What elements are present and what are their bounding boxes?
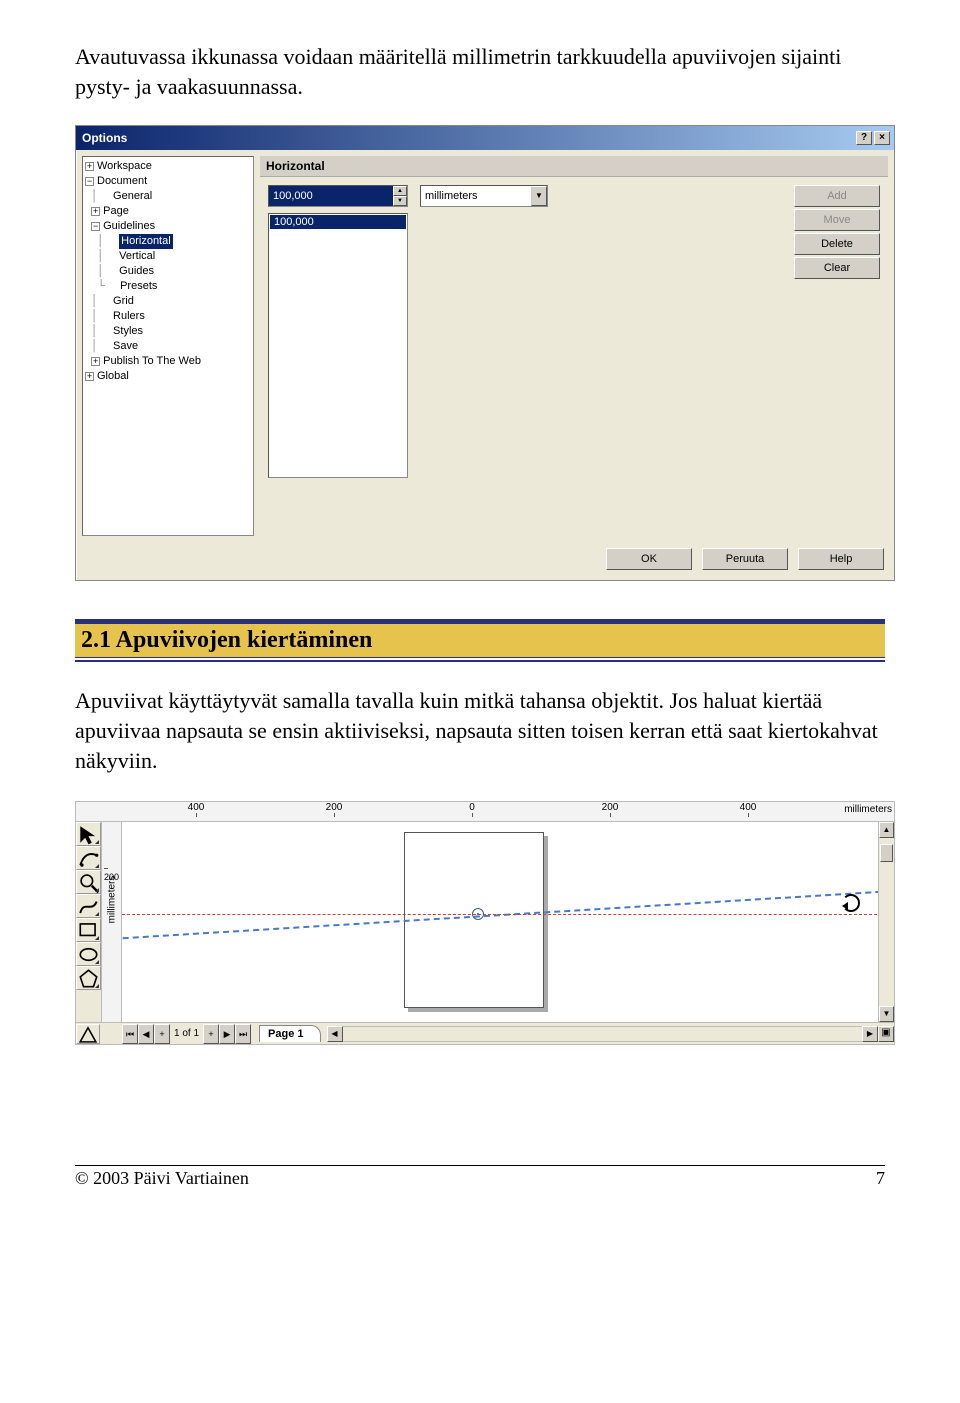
tree-item-save[interactable]: │ Save <box>85 339 251 354</box>
page-tabstrip: ⏮ ◀ + 1 of 1 + ▶ ⏭ Page 1 ◀ ▶ ▣ <box>76 1022 894 1044</box>
guideline-value-input[interactable]: 100,000 ▲ ▼ <box>268 185 408 207</box>
prev-page-icon[interactable]: ◀ <box>138 1024 154 1044</box>
tree-item-workspace[interactable]: +Workspace <box>85 159 251 174</box>
ellipse-tool-icon[interactable] <box>76 942 101 966</box>
close-icon[interactable]: × <box>874 131 890 145</box>
scroll-right-icon[interactable]: ▶ <box>862 1026 878 1042</box>
navigator-icon[interactable]: ▣ <box>878 1026 894 1042</box>
tree-item-global[interactable]: +Global <box>85 369 251 384</box>
canvas-screenshot: 400 200 0 200 400 millimeters 200 millim… <box>75 801 895 1045</box>
tree-item-horizontal[interactable]: │ Horizontal <box>85 234 251 249</box>
section-heading-text: 2.1 Apuviivojen kiertäminen <box>75 623 885 658</box>
tree-item-rulers[interactable]: │ Rulers <box>85 309 251 324</box>
list-item[interactable]: 100,000 <box>270 215 406 229</box>
zoom-tool-icon[interactable] <box>76 870 101 894</box>
vertical-scrollbar[interactable]: ▲ ▼ <box>878 822 894 1022</box>
page-counter: 1 of 1 <box>170 1028 203 1039</box>
dialog-button-row: OK Peruuta Help <box>76 542 894 580</box>
footer-copyright: © 2003 Päivi Vartiainen <box>75 1168 249 1189</box>
tree-item-vertical[interactable]: │ Vertical <box>85 249 251 264</box>
body-paragraph: Apuviivat käyttäytyvät samalla tavalla k… <box>75 686 885 775</box>
footer-page-number: 7 <box>876 1168 885 1189</box>
tree-item-publish[interactable]: +Publish To The Web <box>85 354 251 369</box>
scroll-up-icon[interactable]: ▲ <box>879 822 894 838</box>
spinner-up-icon[interactable]: ▲ <box>393 186 407 196</box>
move-button[interactable]: Move <box>794 209 880 231</box>
first-page-icon[interactable]: ⏮ <box>122 1024 138 1044</box>
polygon-tool-icon[interactable] <box>76 966 101 990</box>
toolbox <box>76 822 102 1022</box>
units-value: millimeters <box>425 190 478 202</box>
ruler-tick: 200 <box>314 802 354 817</box>
vertical-ruler[interactable]: 200 millimeters <box>102 822 122 1022</box>
ruler-tick: 0 <box>452 802 492 817</box>
scroll-left-icon[interactable]: ◀ <box>327 1026 343 1042</box>
tree-item-styles[interactable]: │ Styles <box>85 324 251 339</box>
options-tree[interactable]: +Workspace −Document │ General +Page −Gu… <box>82 156 254 536</box>
scroll-thumb[interactable] <box>880 844 893 862</box>
dialog-title: Options <box>82 131 127 145</box>
clear-button[interactable]: Clear <box>794 257 880 279</box>
add-page-after-icon[interactable]: + <box>203 1024 219 1044</box>
ruler-tick: 400 <box>728 802 768 817</box>
ruler-tick: 400 <box>176 802 216 817</box>
panel-title: Horizontal <box>260 156 888 177</box>
tree-item-general[interactable]: │ General <box>85 189 251 204</box>
tree-item-guidelines[interactable]: −Guidelines <box>85 219 251 234</box>
units-select[interactable]: millimeters ▼ <box>420 185 548 207</box>
section-heading: 2.1 Apuviivojen kiertäminen <box>75 619 885 662</box>
guideline-value-text: 100,000 <box>269 186 393 206</box>
tree-item-document[interactable]: −Document <box>85 174 251 189</box>
freehand-tool-icon[interactable] <box>76 894 101 918</box>
delete-button[interactable]: Delete <box>794 233 880 255</box>
spinner-down-icon[interactable]: ▼ <box>393 196 407 206</box>
chevron-down-icon[interactable]: ▼ <box>531 186 547 206</box>
shape-tool-icon[interactable] <box>76 846 101 870</box>
help-button[interactable]: Help <box>798 548 884 570</box>
add-page-before-icon[interactable]: + <box>154 1024 170 1044</box>
tree-item-page[interactable]: +Page <box>85 204 251 219</box>
drawing-area[interactable] <box>122 822 894 1022</box>
dialog-titlebar[interactable]: Options ? × <box>76 126 894 150</box>
next-page-icon[interactable]: ▶ <box>219 1024 235 1044</box>
guideline-list[interactable]: 100,000 <box>268 213 408 478</box>
pick-tool-icon[interactable] <box>76 822 101 846</box>
horizontal-ruler[interactable]: 400 200 0 200 400 millimeters <box>76 802 894 822</box>
page-footer: © 2003 Päivi Vartiainen 7 <box>75 1165 885 1189</box>
scroll-down-icon[interactable]: ▼ <box>879 1006 894 1022</box>
intro-paragraph: Avautuvassa ikkunassa voidaan määritellä… <box>75 42 885 101</box>
tree-item-grid[interactable]: │ Grid <box>85 294 251 309</box>
add-button[interactable]: Add <box>794 185 880 207</box>
guideline-horizontal[interactable] <box>122 914 882 915</box>
tree-item-guides[interactable]: │ Guides <box>85 264 251 279</box>
page-tab[interactable]: Page 1 <box>259 1025 320 1042</box>
cancel-button[interactable]: Peruuta <box>702 548 788 570</box>
options-dialog: Options ? × +Workspace −Document │ Gener… <box>75 125 895 581</box>
last-page-icon[interactable]: ⏭ <box>235 1024 251 1044</box>
ruler-tick: 200 <box>590 802 630 817</box>
horizontal-scrollbar[interactable]: ◀ ▶ <box>327 1026 879 1042</box>
ruler-unit-label: millimeters <box>844 804 892 815</box>
rotation-handle-icon[interactable] <box>842 894 860 912</box>
vruler-unit-label: millimeters <box>107 872 118 928</box>
tree-item-presets[interactable]: └ Presets <box>85 279 251 294</box>
rectangle-tool-icon[interactable] <box>76 918 101 942</box>
ok-button[interactable]: OK <box>606 548 692 570</box>
help-icon[interactable]: ? <box>856 131 872 145</box>
basic-shapes-icon[interactable] <box>76 1024 100 1044</box>
